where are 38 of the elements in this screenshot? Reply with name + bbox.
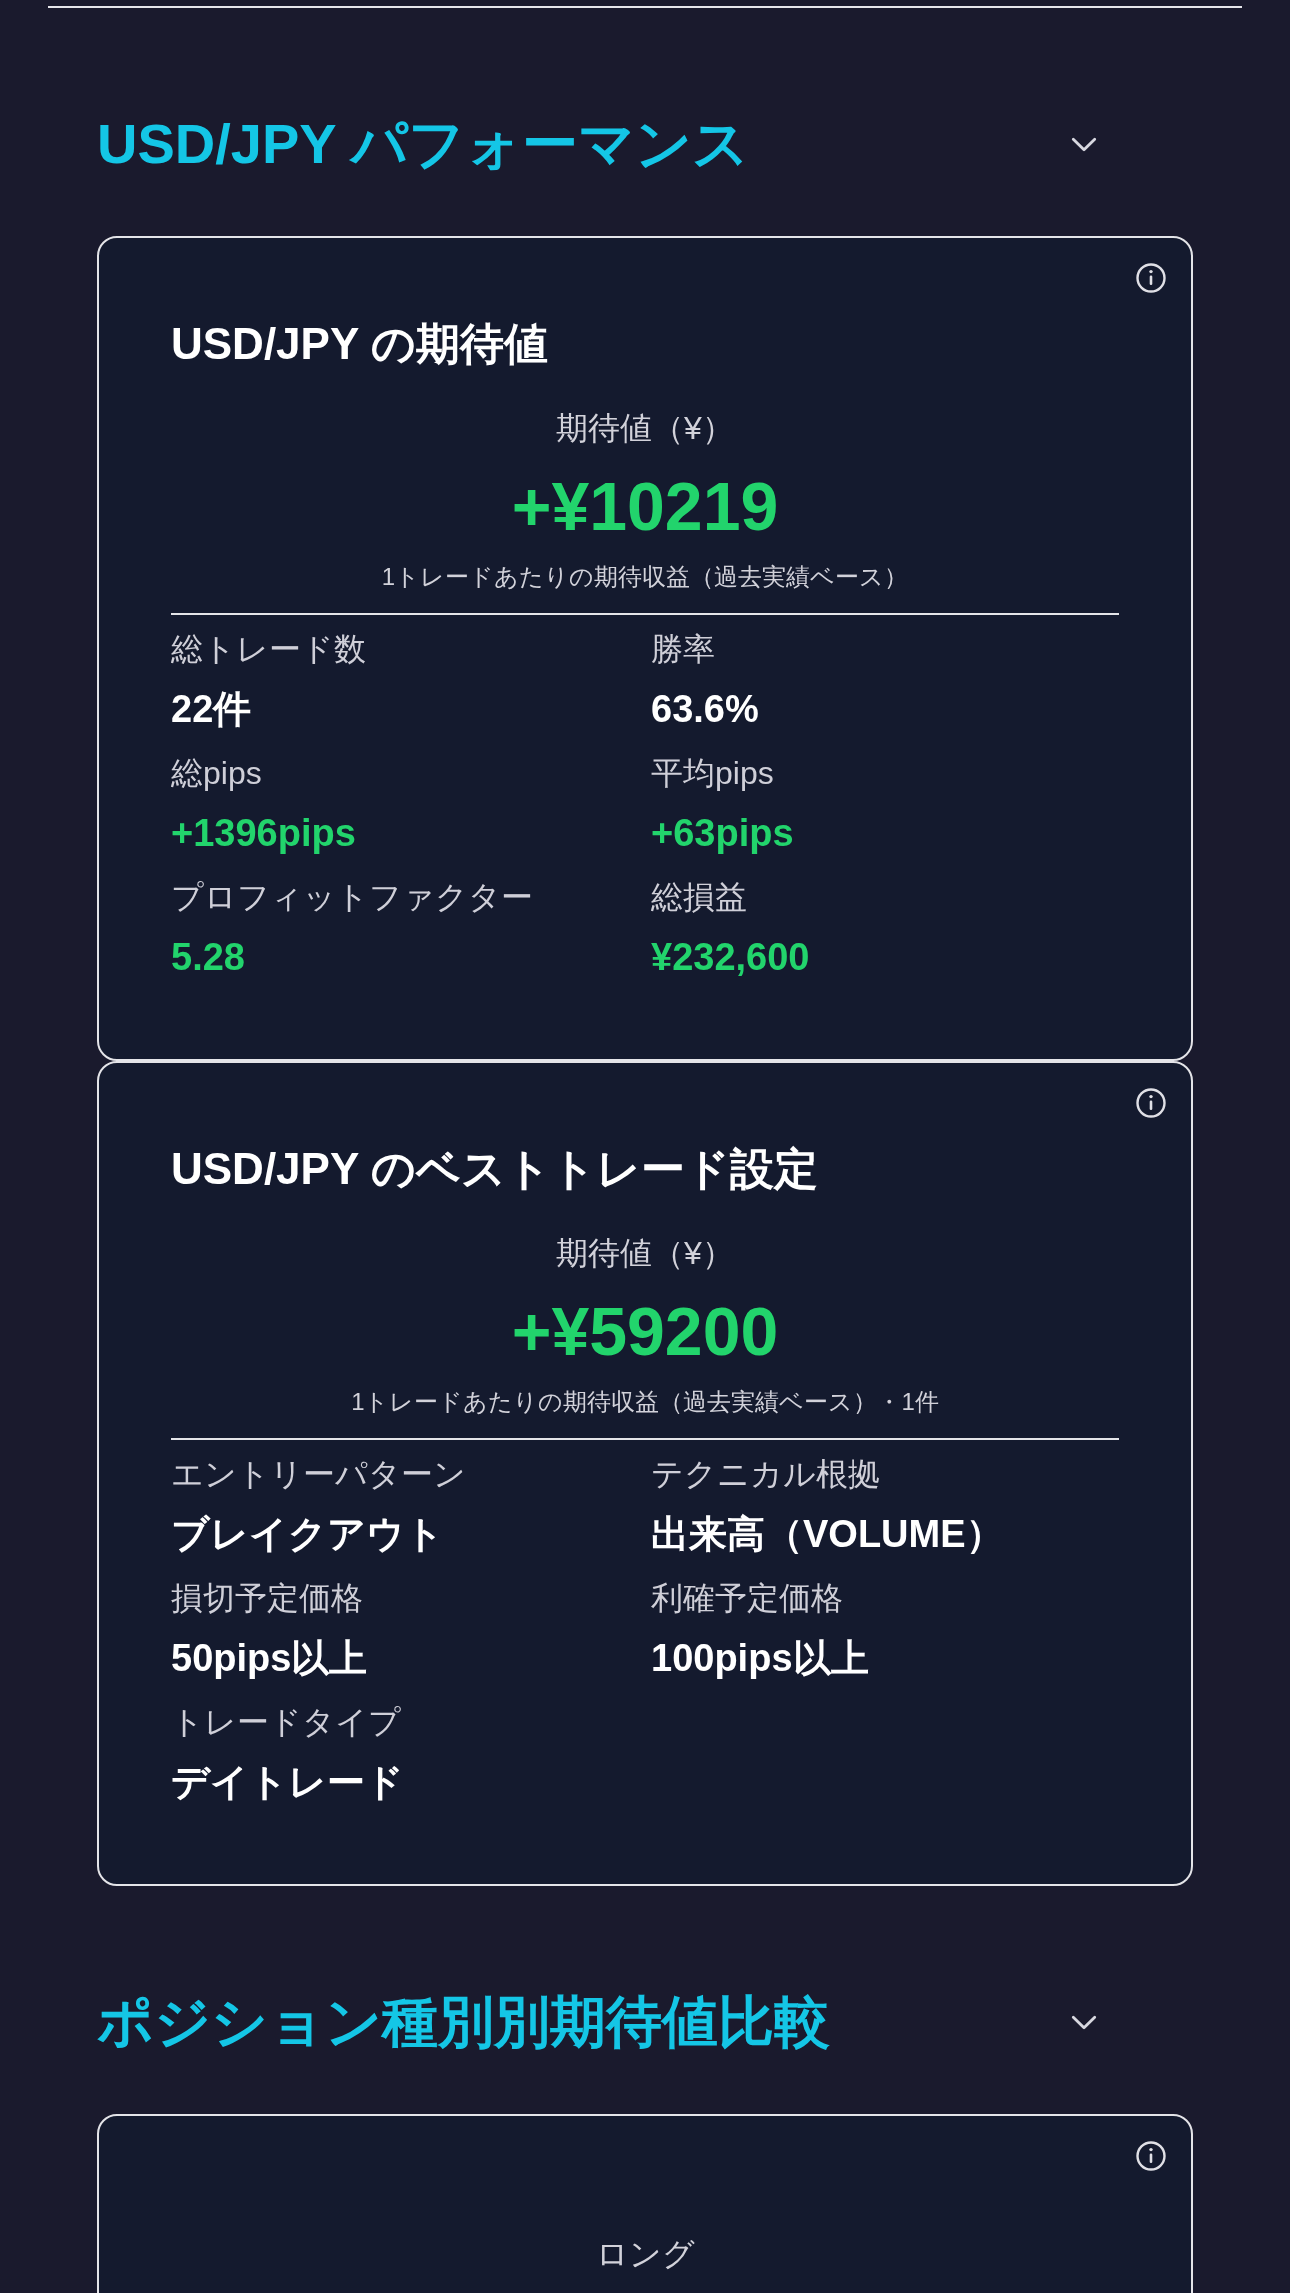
info-icon[interactable]: [1135, 1087, 1167, 1119]
metric-value: +¥10219: [510, 467, 780, 546]
metric-note: 1トレードあたりの期待収益（過去実績ベース）: [380, 562, 910, 592]
metric-label: 期待値（¥）: [555, 1234, 735, 1273]
stat-label: 損切予定価格: [171, 1579, 364, 1618]
stat-label: 総トレード数: [171, 630, 367, 669]
stat-label: テクニカル根拠: [651, 1455, 881, 1494]
metric-note: 1トレードあたりの期待収益（過去実績ベース）・1件: [350, 1387, 940, 1417]
section-title: USD/JPY パフォーマンス: [97, 111, 750, 177]
stat-value: +1396pips: [171, 811, 357, 855]
metric-value: +¥59200: [510, 1292, 780, 1371]
stat-label: 総損益: [651, 878, 748, 917]
stat-label: プロフィットファクター: [171, 878, 534, 917]
stat-value: 22件: [171, 687, 253, 731]
stat-value: +63pips: [651, 811, 795, 855]
stat-label: 総pips: [171, 754, 263, 793]
section-title: ポジション種別別期待値比較: [97, 1989, 830, 2055]
stat-label: トレードタイプ: [171, 1703, 402, 1742]
stat-label: 勝率: [651, 630, 716, 669]
stat-value: 5.28: [171, 935, 246, 979]
stat-value: 63.6%: [651, 687, 760, 731]
stat-label: エントリーパターン: [171, 1455, 467, 1494]
stat-value: 出来高（VOLUME）: [651, 1512, 1005, 1556]
stat-label: 利確予定価格: [651, 1579, 844, 1618]
info-icon[interactable]: [1135, 262, 1167, 294]
stat-value: 100pips以上: [651, 1636, 870, 1680]
card-title: USD/JPY の期待値: [171, 318, 549, 370]
info-icon[interactable]: [1135, 2140, 1167, 2172]
metric-label: ロング: [594, 2235, 696, 2274]
stat-value: ブレイクアウト: [171, 1512, 445, 1556]
stat-value: ¥232,600: [651, 935, 811, 979]
chevron-down-icon[interactable]: [1071, 136, 1097, 152]
metric-label: 期待値（¥）: [555, 409, 735, 448]
card-title: USD/JPY のベストトレード設定: [171, 1143, 819, 1195]
stat-value: 50pips以上: [171, 1636, 369, 1680]
chevron-down-icon[interactable]: [1071, 2014, 1097, 2030]
stat-label: 平均pips: [651, 754, 775, 793]
stat-value: デイトレード: [171, 1760, 405, 1804]
